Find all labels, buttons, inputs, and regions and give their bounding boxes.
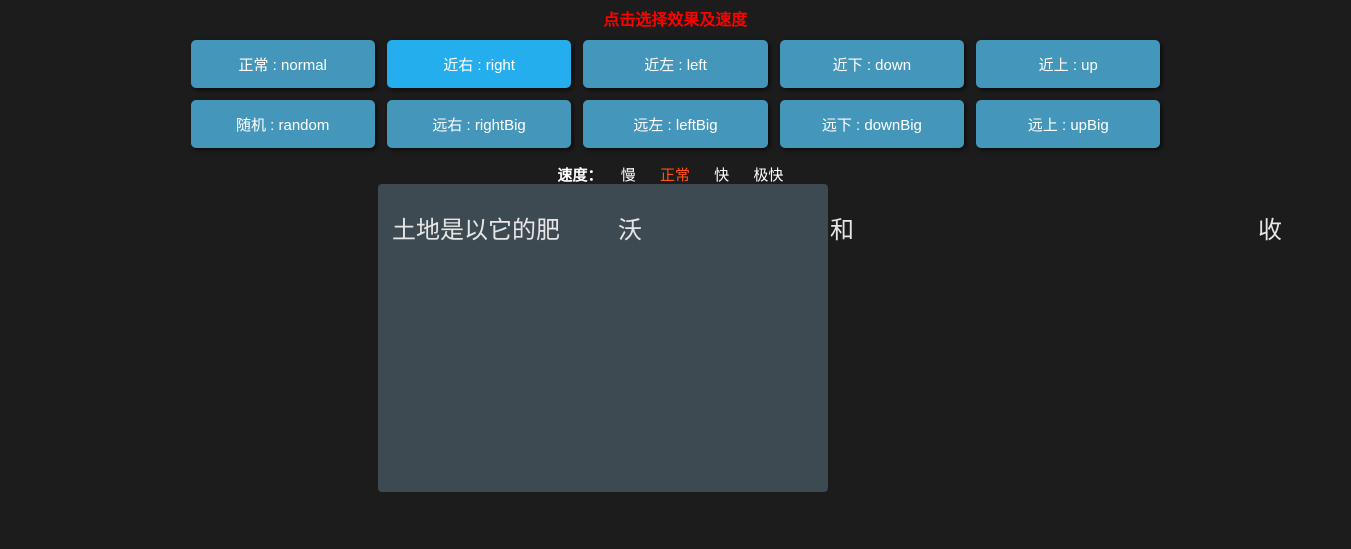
stage-char: 土地是以它的肥 bbox=[392, 210, 560, 245]
effect-rightbig-button[interactable]: 远右 : rightBig bbox=[387, 100, 571, 148]
effect-normal-button[interactable]: 正常 : normal bbox=[191, 40, 375, 88]
effect-down-button[interactable]: 近下 : down bbox=[780, 40, 964, 88]
speed-veryfast-option[interactable]: 极快 bbox=[753, 164, 783, 185]
effect-left-button[interactable]: 近左 : left bbox=[583, 40, 767, 88]
page-title: 点击选择效果及速度 bbox=[0, 6, 1351, 30]
effect-downbig-button[interactable]: 远下 : downBig bbox=[780, 100, 964, 148]
stage-char: 和 bbox=[830, 210, 854, 245]
effect-upbig-button[interactable]: 远上 : upBig bbox=[976, 100, 1160, 148]
speed-normal-option[interactable]: 正常 bbox=[660, 164, 690, 185]
stage-char: 收 bbox=[1258, 210, 1282, 245]
effect-up-button[interactable]: 近上 : up bbox=[976, 40, 1160, 88]
effect-leftbig-button[interactable]: 远左 : leftBig bbox=[583, 100, 767, 148]
speed-label: 速度： bbox=[558, 167, 603, 184]
speed-row: 速度： 慢 正常 快 极快 bbox=[191, 164, 1161, 185]
animation-stage: 土地是以它的肥 沃 和 收 bbox=[378, 184, 828, 492]
effect-right-button[interactable]: 近右 : right bbox=[387, 40, 571, 88]
stage-char: 沃 bbox=[618, 210, 642, 245]
speed-slow-option[interactable]: 慢 bbox=[621, 164, 636, 185]
effect-button-grid: 正常 : normal 近右 : right 近左 : left 近下 : do… bbox=[191, 40, 1161, 148]
speed-fast-option[interactable]: 快 bbox=[714, 164, 729, 185]
effect-random-button[interactable]: 随机 : random bbox=[191, 100, 375, 148]
